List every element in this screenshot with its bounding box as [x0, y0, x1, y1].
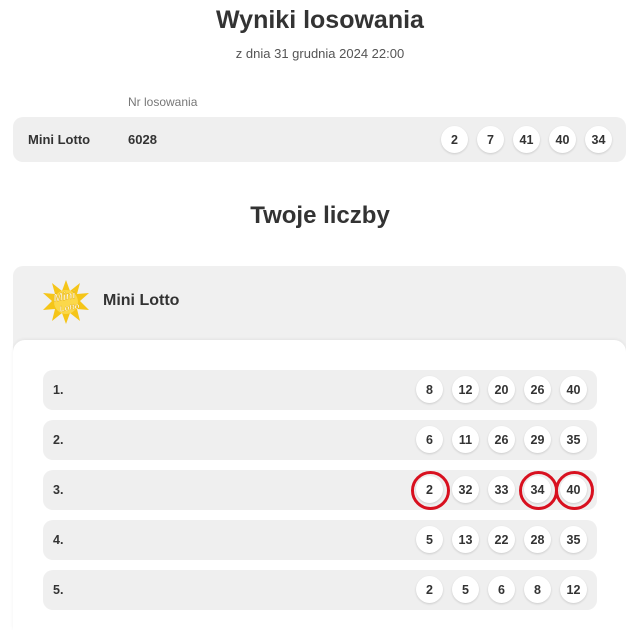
bet-row: 2. 6 11 26 29 35: [43, 420, 597, 460]
bet-number-ball: 2: [416, 576, 443, 603]
draw-number: 6028: [128, 132, 157, 147]
drawn-number-ball: 7: [477, 126, 504, 153]
bet-number-ball: 5: [452, 576, 479, 603]
drawn-number-ball: 41: [513, 126, 540, 153]
bet-number-ball: 35: [560, 526, 587, 553]
bet-number-ball-hit: 2: [411, 471, 450, 510]
bet-number-ball: 12: [452, 376, 479, 403]
bet-number-ball: 22: [488, 526, 515, 553]
drawn-number-ball: 40: [549, 126, 576, 153]
bet-number-ball: 35: [560, 426, 587, 453]
result-game-name: Mini Lotto: [28, 132, 91, 147]
bet-number-ball: 29: [524, 426, 551, 453]
bet-number-ball: 13: [452, 526, 479, 553]
bet-number-ball: 32: [452, 476, 479, 503]
bet-index: 5.: [53, 583, 64, 597]
bet-index: 1.: [53, 383, 64, 397]
bet-number-ball: 8: [416, 376, 443, 403]
bet-number-ball-hit: 40: [555, 471, 594, 510]
bet-row: 1. 8 12 20 26 40: [43, 370, 597, 410]
drawn-number-ball: 34: [585, 126, 612, 153]
draw-number-column-header: Nr losowania: [128, 95, 198, 109]
your-numbers-title: Twoje liczby: [250, 202, 390, 229]
bet-row: 4. 5 13 22 28 35: [43, 520, 597, 560]
bet-row: 5. 2 5 6 8 12: [43, 570, 597, 610]
draw-date: z dnia 31 grudnia 2024 22:00: [235, 46, 405, 61]
page-title: Wyniki losowania: [216, 6, 424, 34]
bet-number-ball: 33: [488, 476, 515, 503]
bet-index: 3.: [53, 483, 64, 497]
drawn-number-ball: 2: [441, 126, 468, 153]
bet-number-ball: 8: [524, 576, 551, 603]
bet-number-ball: 11: [452, 426, 479, 453]
bet-index: 2.: [53, 433, 64, 447]
bet-number-ball: 40: [560, 376, 587, 403]
draw-result-row: Mini Lotto 6028 2 7 41 40 34: [13, 117, 626, 162]
bet-number-ball: 6: [488, 576, 515, 603]
bet-number-ball: 6: [416, 426, 443, 453]
card-game-name: Mini Lotto: [103, 292, 180, 309]
bet-number-ball: 12: [560, 576, 587, 603]
bet-row: 3. 2 32 33 34 40: [43, 470, 597, 510]
bet-number-ball: 26: [488, 426, 515, 453]
mini-lotto-logo-icon: Mini Lotto: [43, 280, 89, 324]
bet-number-ball: 5: [416, 526, 443, 553]
bet-number-ball: 26: [524, 376, 551, 403]
bet-number-ball: 20: [488, 376, 515, 403]
bet-number-ball-hit: 34: [519, 471, 558, 510]
bet-index: 4.: [53, 533, 64, 547]
bet-number-ball: 28: [524, 526, 551, 553]
